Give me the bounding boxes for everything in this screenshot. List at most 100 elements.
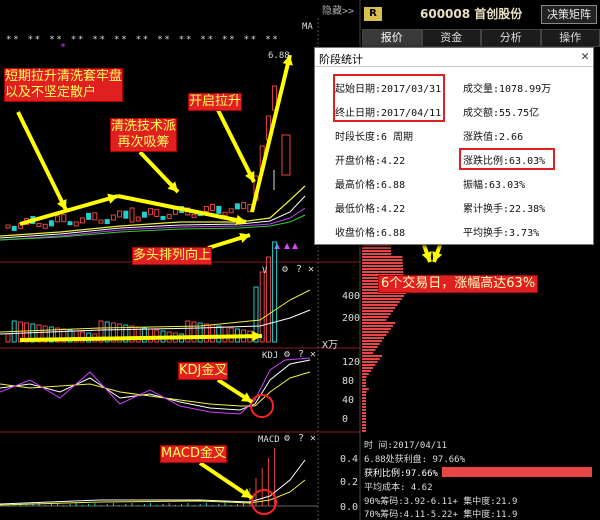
chip-bar — [362, 364, 376, 366]
volume-bar — [259, 271, 265, 343]
stat-amplitude: 振幅:63.03% — [463, 180, 526, 191]
stock-title: 600008 首创股份 — [420, 7, 523, 21]
signal-star: * — [13, 35, 18, 45]
decision-matrix-button[interactable]: 决策矩阵 — [541, 5, 597, 24]
chip-bar — [362, 250, 391, 252]
macd-axis-00: 0.0 — [340, 502, 359, 513]
signal-star: * — [143, 35, 148, 45]
candle — [129, 207, 135, 223]
arrow-rise — [250, 54, 292, 213]
close-icon[interactable]: ✕ — [310, 349, 316, 360]
candle — [160, 215, 166, 220]
help-icon[interactable]: ? — [298, 349, 304, 360]
volume-axis-200: 200 — [342, 313, 361, 324]
help-icon[interactable]: ? — [298, 433, 304, 444]
chip-bar — [362, 340, 382, 342]
chip-bar — [362, 343, 380, 345]
gear-icon[interactable]: ⚙ — [282, 264, 288, 275]
chip-bar — [362, 373, 369, 375]
signal-star: * — [229, 35, 234, 45]
signal-star: * — [121, 35, 126, 45]
close-icon[interactable]: ✕ — [308, 264, 314, 275]
signal-star: * — [78, 35, 83, 45]
volume-bar — [5, 333, 11, 343]
chip-bar — [362, 265, 403, 267]
chip-bar — [362, 322, 396, 324]
arrow-start — [216, 109, 256, 183]
help-icon[interactable]: ? — [296, 264, 302, 275]
stat-avg-cost: 平均成本: 4.62 — [364, 483, 433, 493]
signal-star: * — [92, 35, 97, 45]
note-shake-out: 短期拉升清洗套牢盘 以及不坚定散户 — [4, 68, 124, 102]
chip-bar — [362, 259, 403, 261]
candle — [86, 212, 92, 220]
tab-bar: 报价 资金 分析 操作 — [362, 29, 600, 47]
gear-icon[interactable]: ⚙ — [284, 349, 290, 360]
chip-bar — [362, 271, 404, 273]
candle — [166, 213, 172, 219]
arrow-volume — [19, 334, 263, 342]
arrow-shakeout — [16, 111, 68, 211]
signal-star: * — [251, 35, 256, 45]
stat-avg-turnover: 平均换手:3.73% — [463, 228, 540, 239]
chip-bar — [362, 424, 366, 426]
stat-high-price: 最高价格:6.88 — [335, 180, 406, 191]
chip-bar — [362, 307, 396, 309]
dialog-close-icon[interactable]: ✕ — [581, 49, 589, 64]
stat-period-length: 时段长度:6 周期 — [335, 132, 414, 143]
candle — [11, 225, 17, 231]
macd-axis-02: 0.2 — [340, 477, 359, 488]
top-price-label: 6.88 — [268, 51, 290, 61]
candle — [98, 219, 104, 224]
signal-star: * — [100, 35, 105, 45]
signal-star: * — [164, 35, 169, 45]
note-bull-align: 多头排列向上 — [132, 247, 213, 265]
r-badge[interactable]: R — [364, 7, 382, 21]
chip-bar — [362, 388, 369, 390]
kdj-axis-120: 120 — [342, 357, 361, 368]
gear-icon[interactable]: ⚙ — [284, 433, 290, 444]
signal-star: * — [71, 35, 76, 45]
chip-bar — [362, 337, 385, 339]
candle — [104, 219, 110, 225]
chip-bar — [362, 412, 366, 414]
macd-axis-04: 0.4 — [340, 454, 359, 465]
candle — [148, 208, 154, 216]
chip-bar — [362, 370, 371, 372]
kdj-panel-label: KDJ — [262, 351, 279, 361]
tab-funds[interactable]: 资金 — [421, 29, 481, 47]
candle — [48, 220, 54, 227]
signal-star: * — [157, 35, 162, 45]
chip-bar — [362, 409, 366, 411]
tab-operation[interactable]: 操作 — [540, 29, 600, 47]
signal-star-purple: * — [60, 42, 66, 53]
candle — [42, 223, 48, 229]
volume-panel-label: V — [262, 266, 268, 276]
chip-bar — [362, 391, 367, 393]
chip-bar — [362, 385, 366, 387]
chip-bar — [362, 316, 389, 318]
candle — [123, 210, 129, 219]
chip-bar — [362, 397, 366, 399]
dialog-title: 阶段统计 — [319, 53, 363, 66]
chip-bar — [362, 367, 374, 369]
stat-change-value: 涨跌值:2.66 — [463, 132, 524, 143]
signal-triangle — [292, 243, 298, 249]
kdj-j-line — [0, 357, 311, 415]
chip-bar — [362, 361, 378, 363]
tab-quote[interactable]: 报价 — [362, 29, 422, 47]
kdj-d-line — [0, 371, 311, 407]
chip-bar — [362, 349, 376, 351]
tab-analysis[interactable]: 分析 — [481, 29, 541, 47]
close-icon[interactable]: ✕ — [310, 433, 316, 444]
macd-panel-label: MACD — [258, 435, 280, 445]
chip-bar — [362, 355, 382, 357]
candle — [222, 211, 228, 216]
hide-toggle-button[interactable]: 隐藏>> — [322, 2, 362, 17]
ma-label: MA — [302, 22, 313, 32]
note-start-rise: 开启拉升 — [188, 93, 243, 111]
chip-bar — [362, 295, 404, 297]
dialog-titlebar[interactable]: 阶段统计 ✕ — [315, 48, 593, 67]
highlight-change-ratio — [459, 148, 555, 170]
stat-70-chips: 70%筹码:4.11-5.22+ 集中度:11.9 — [364, 510, 518, 520]
